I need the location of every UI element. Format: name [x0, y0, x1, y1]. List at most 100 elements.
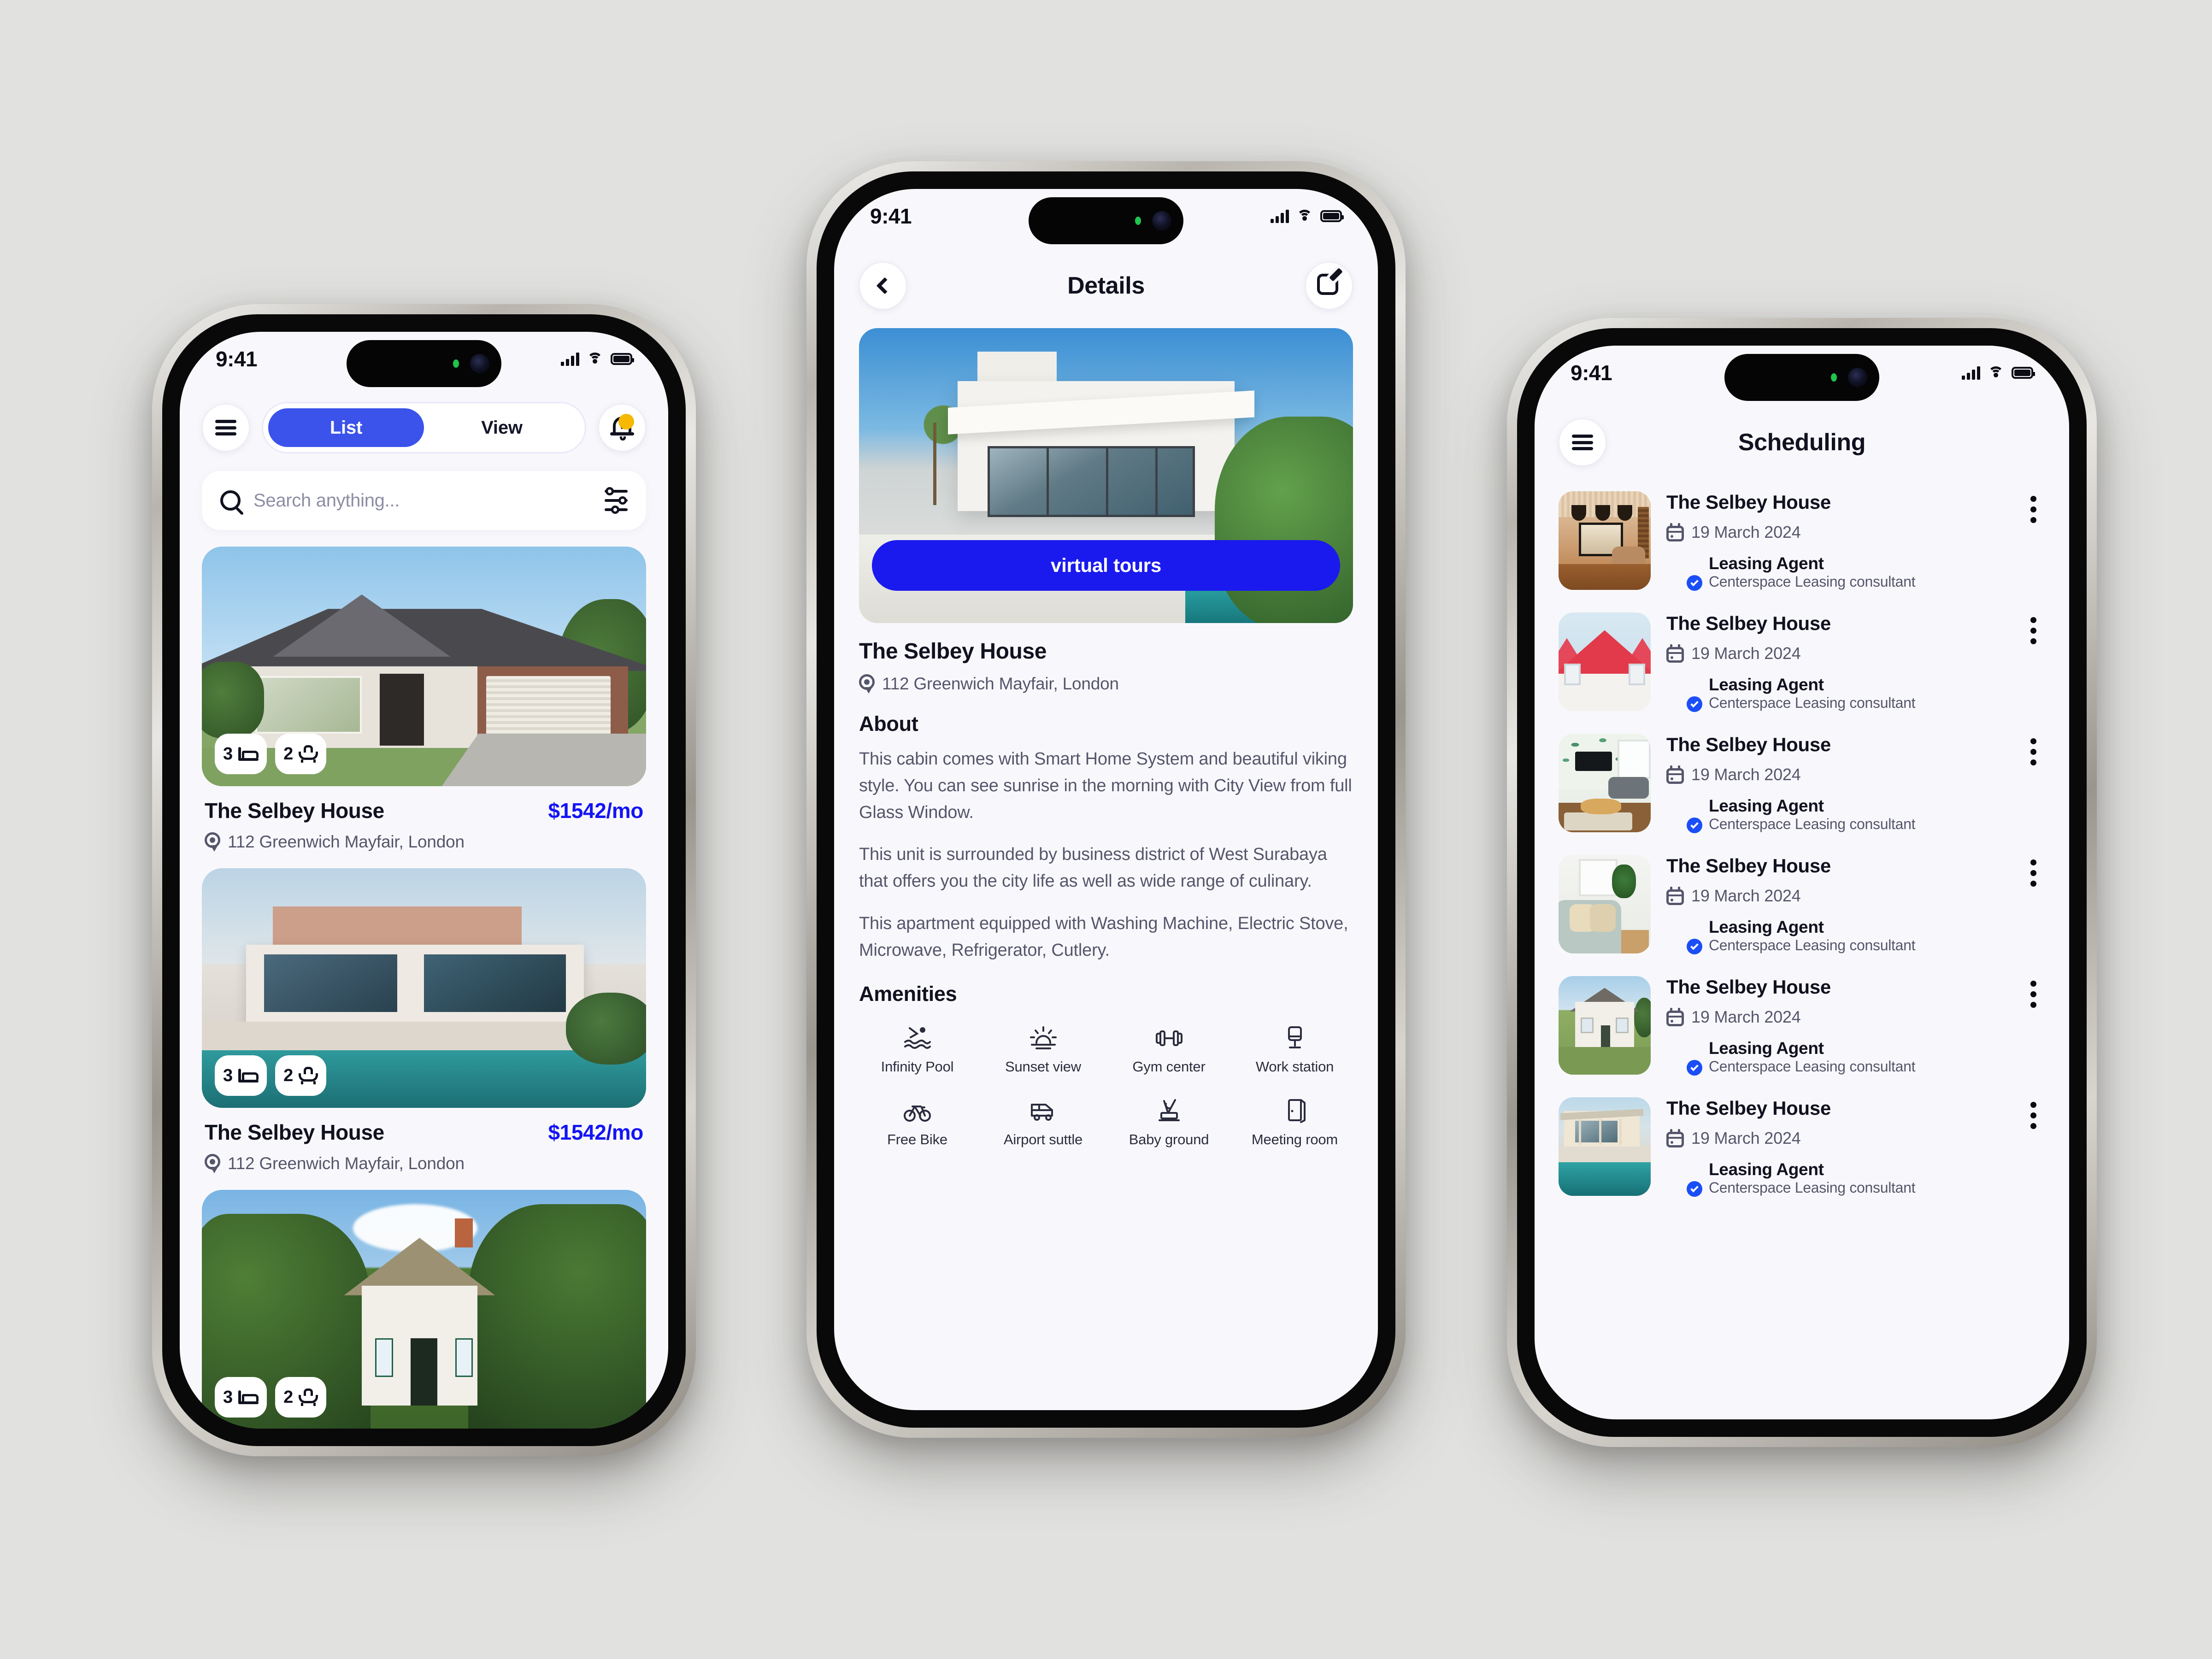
page-title: Scheduling: [1738, 429, 1866, 456]
battery-icon: [2012, 367, 2035, 379]
scheduling-navbar: Scheduling: [1535, 400, 2069, 466]
status-time: 9:41: [1571, 361, 1612, 385]
kebab-menu-icon[interactable]: [2021, 855, 2045, 887]
list-scroll-area[interactable]: List View Search anything... 3 2 The Sel…: [180, 386, 668, 1429]
status-indicators: [561, 352, 634, 366]
search-input[interactable]: Search anything...: [253, 490, 592, 511]
verified-check-icon: [1687, 938, 1702, 954]
bathtub-icon: [299, 1388, 318, 1406]
calendar-icon: [1666, 887, 1684, 905]
agent-name: Leasing Agent: [1709, 554, 1824, 573]
scheduling-row-body: The Selbey House 19 March 2024 Leasing A…: [1666, 855, 2006, 954]
tab-view[interactable]: View: [424, 408, 580, 447]
property-thumbnail[interactable]: [1559, 855, 1651, 953]
scheduling-row[interactable]: The Selbey House 19 March 2024 Leasing A…: [1559, 601, 2045, 723]
dynamic-island: [1724, 354, 1879, 401]
amenity-item[interactable]: Work station: [1232, 1023, 1358, 1075]
page-title: Details: [1067, 272, 1145, 299]
battery-icon: [611, 353, 634, 365]
about-heading: About: [859, 712, 918, 735]
property-title: The Selbey House: [1666, 612, 1831, 634]
details-scroll-area[interactable]: Details virtual tours The Selbey House 1…: [834, 243, 1378, 1410]
property-card[interactable]: 3 2 The Selbey House $1542/mo: [202, 868, 646, 1173]
search-bar[interactable]: Search anything...: [202, 471, 646, 530]
status-bar: 9:41: [180, 332, 668, 387]
sliders-icon[interactable]: [605, 487, 628, 514]
scheduling-row[interactable]: The Selbey House 19 March 2024 Leasing A…: [1559, 1086, 2045, 1207]
scheduling-scroll-area[interactable]: Scheduling The Selbey House 19 March 202…: [1535, 400, 2069, 1419]
property-thumbnail[interactable]: [1559, 612, 1651, 711]
dynamic-island: [1029, 197, 1183, 244]
property-thumbnail[interactable]: [1559, 1097, 1651, 1196]
bedroom-badge: 3: [215, 1377, 267, 1418]
agent-info[interactable]: Leasing Agent Centerspace Leasing consul…: [1666, 554, 2006, 591]
property-title: The Selbey House: [1666, 976, 1831, 998]
menu-button[interactable]: [202, 404, 250, 452]
property-photo-cabin-interior: [1559, 491, 1651, 590]
amenity-item[interactable]: Gym center: [1106, 1023, 1232, 1075]
amenity-label: Baby ground: [1129, 1131, 1209, 1148]
scheduling-row-body: The Selbey House 19 March 2024 Leasing A…: [1666, 976, 2006, 1076]
kebab-menu-icon[interactable]: [2021, 1097, 2045, 1129]
bedroom-count: 3: [223, 1065, 233, 1085]
property-photo-poolside-villa: [1559, 1097, 1651, 1196]
property-image[interactable]: 3 2: [202, 547, 646, 786]
amenity-item[interactable]: Free Bike: [854, 1095, 980, 1148]
bathroom-badge: 2: [275, 1377, 327, 1418]
hero-image[interactable]: virtual tours: [859, 328, 1353, 623]
property-image[interactable]: 3 2: [202, 868, 646, 1108]
monitor-icon: [1281, 1023, 1309, 1051]
appointment-date-text: 19 March 2024: [1691, 1129, 1801, 1147]
property-card[interactable]: 3 2 The Selbey House $1542/mo: [202, 547, 646, 852]
notifications-button[interactable]: [598, 404, 646, 452]
menu-button[interactable]: [1559, 418, 1606, 466]
property-title: The Selbey House: [205, 799, 384, 823]
status-bar: 9:41: [1535, 346, 2069, 401]
phone-mockup-details: 9:41 Details virtual tours The Selbey Ho…: [806, 161, 1406, 1438]
battery-icon: [1320, 210, 1344, 222]
amenity-item[interactable]: Infinity Pool: [854, 1023, 980, 1075]
bathroom-count: 2: [283, 1387, 294, 1407]
appointment-date-text: 19 March 2024: [1691, 765, 1801, 784]
scheduling-row[interactable]: The Selbey House 19 March 2024 Leasing A…: [1559, 723, 2045, 844]
appointment-date-text: 19 March 2024: [1691, 644, 1801, 663]
kebab-menu-icon[interactable]: [2021, 612, 2045, 644]
door-icon: [1281, 1095, 1309, 1124]
agent-info[interactable]: Leasing Agent Centerspace Leasing consul…: [1666, 918, 2006, 954]
kebab-menu-icon[interactable]: [2021, 734, 2045, 765]
agent-info[interactable]: Leasing Agent Centerspace Leasing consul…: [1666, 675, 2006, 712]
tab-list[interactable]: List: [268, 408, 424, 447]
property-thumbnail[interactable]: [1559, 491, 1651, 590]
property-card[interactable]: 3 2 The Selbey House $1542/mo: [202, 1190, 646, 1429]
property-image[interactable]: 3 2: [202, 1190, 646, 1429]
property-card-header: The Selbey House $1542/mo: [202, 786, 646, 823]
virtual-tours-button[interactable]: virtual tours: [872, 540, 1340, 591]
location-pin-icon: [205, 832, 220, 852]
agent-info[interactable]: Leasing Agent Centerspace Leasing consul…: [1666, 796, 2006, 833]
amenity-item[interactable]: Sunset view: [980, 1023, 1106, 1075]
property-location: 112 Greenwich Mayfair, London: [202, 1145, 646, 1173]
amenity-item[interactable]: Baby ground: [1106, 1095, 1232, 1148]
property-thumbnail[interactable]: [1559, 734, 1651, 832]
scheduling-row[interactable]: The Selbey House 19 March 2024 Leasing A…: [1559, 480, 2045, 601]
property-thumbnail[interactable]: [1559, 976, 1651, 1075]
scheduling-row[interactable]: The Selbey House 19 March 2024 Leasing A…: [1559, 844, 2045, 965]
back-button[interactable]: [859, 262, 907, 310]
agent-name: Leasing Agent: [1709, 1039, 1824, 1058]
amenity-item[interactable]: Meeting room: [1232, 1095, 1358, 1148]
agent-text: Leasing Agent Centerspace Leasing consul…: [1709, 918, 1916, 954]
agent-text: Leasing Agent Centerspace Leasing consul…: [1709, 675, 1916, 712]
amenity-item[interactable]: Airport suttle: [980, 1095, 1106, 1148]
location-pin-icon: [859, 674, 875, 694]
view-mode-segmented-control[interactable]: List View: [262, 402, 586, 453]
kebab-menu-icon[interactable]: [2021, 976, 2045, 1008]
kebab-menu-icon[interactable]: [2021, 491, 2045, 523]
agent-info[interactable]: Leasing Agent Centerspace Leasing consul…: [1666, 1160, 2006, 1197]
scheduling-row[interactable]: The Selbey House 19 March 2024 Leasing A…: [1559, 965, 2045, 1086]
swimmer-icon: [903, 1023, 932, 1051]
agent-info[interactable]: Leasing Agent Centerspace Leasing consul…: [1666, 1039, 2006, 1076]
amenity-label: Airport suttle: [1003, 1131, 1083, 1148]
edit-button[interactable]: [1305, 262, 1353, 310]
bathtub-icon: [299, 1067, 318, 1084]
property-location: 112 Greenwich Mayfair, London: [834, 664, 1378, 694]
